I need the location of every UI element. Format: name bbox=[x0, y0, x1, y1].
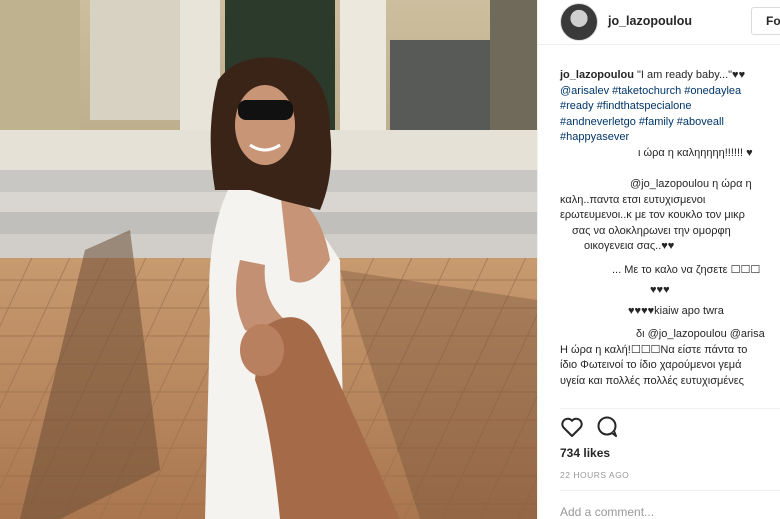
comment-line: ι ώρα η καληηηηη!!!!!! ♥ bbox=[638, 146, 753, 159]
comment-line: καλη..παντα ετσι ευτυχισμενοι bbox=[560, 193, 706, 206]
follow-button[interactable]: Follo bbox=[751, 7, 780, 35]
heart-icon[interactable] bbox=[560, 416, 584, 443]
avatar[interactable] bbox=[560, 3, 598, 41]
comment-line: ερωτευμενοι..κ με τον κουκλο τον μικρ bbox=[560, 209, 745, 221]
post-side-panel: jo_lazopoulou Follo jo_lazopoulou "I am … bbox=[538, 0, 780, 519]
caption-username[interactable]: jo_lazopoulou bbox=[560, 69, 634, 81]
comment-divider bbox=[560, 490, 780, 491]
actions-divider bbox=[560, 408, 780, 409]
caption-text: "I am ready baby..."♥♥ bbox=[633, 69, 746, 81]
add-comment-input[interactable]: Add a comment... bbox=[560, 505, 654, 519]
comment-line: ♥♥♥ bbox=[650, 284, 670, 296]
comment-line: ♥♥♥♥kiaiw apo twra bbox=[628, 304, 724, 317]
comment-line: σας να ολοκληρωνει την ομορφη bbox=[572, 224, 731, 237]
comment-line: ... Με το καλο να ζησετε ☐☐☐ bbox=[612, 263, 761, 276]
comment-line: Η ώρα η καλή!☐☐☐Να είστε πάντα το bbox=[560, 343, 748, 356]
caption-line-1: jo_lazopoulou "I am ready baby..."♥♥ bbox=[560, 68, 780, 84]
caption-line-2: @arisalev #taketochurch #onedaylea bbox=[560, 84, 742, 97]
comment-line: ίδιο Φωτεινοί το ίδιο χαρούμενοι γεμά bbox=[560, 359, 742, 371]
header-username[interactable]: jo_lazopoulou bbox=[608, 14, 692, 28]
caption-line-5: #happyasever bbox=[560, 131, 630, 143]
comment-line: @jo_lazopoulou η ώρα η bbox=[630, 178, 752, 190]
post-photo[interactable] bbox=[0, 0, 537, 519]
likes-count[interactable]: 734 likes bbox=[560, 446, 610, 460]
caption-line-4: #andneverletgo #family #aboveall bbox=[560, 115, 724, 128]
comment-line: υγεία και πολλές πολλές ευτυχισμένες bbox=[560, 374, 744, 387]
caption-line-3: #ready #findthatspecialone bbox=[560, 100, 692, 112]
post-header: jo_lazopoulou Follo bbox=[538, 0, 780, 45]
post-time[interactable]: 22 HOURS AGO bbox=[560, 470, 629, 480]
comment-line: οικογενεια σας..♥♥ bbox=[584, 240, 675, 252]
photo-illustration bbox=[0, 0, 537, 519]
comments-list: jo_lazopoulou "I am ready baby..."♥♥ @ar… bbox=[560, 68, 780, 389]
comment-bubble-icon[interactable] bbox=[596, 416, 620, 443]
comment-line: δι @jo_lazopoulou @arisa bbox=[636, 328, 765, 340]
